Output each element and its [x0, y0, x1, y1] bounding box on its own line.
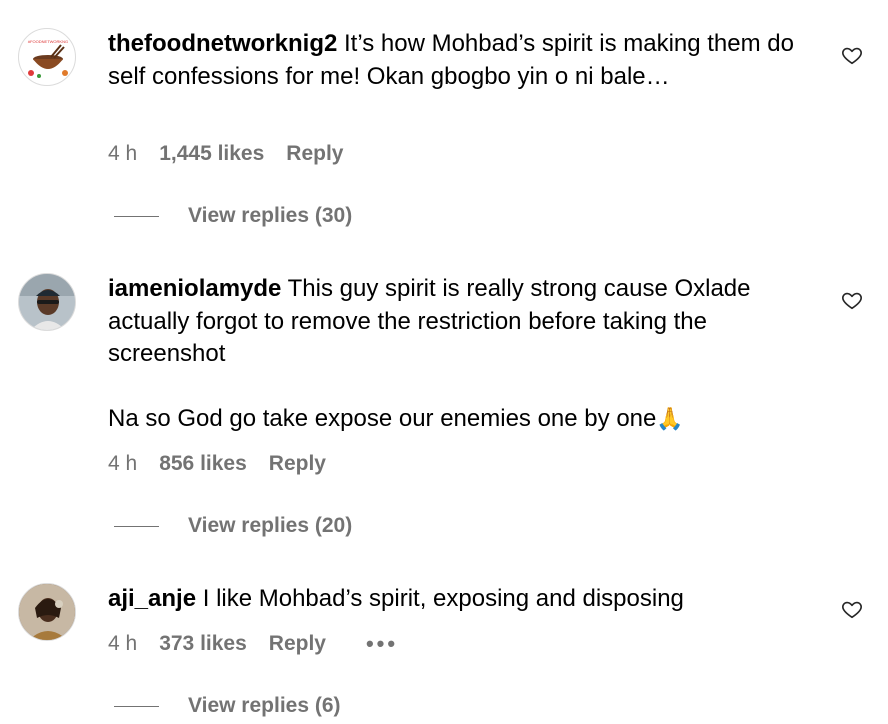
comment-text: thefoodnetworknig2 It’s how Mohbad’s spi…	[108, 28, 808, 93]
comment-meta: 4 h 856 likes Reply	[108, 452, 366, 476]
view-replies-label: View replies (6)	[188, 694, 341, 717]
likes-count[interactable]: 373 likes	[159, 632, 247, 656]
reply-button[interactable]: Reply	[269, 452, 326, 476]
avatar[interactable]: #FOODNETWORKNG	[18, 28, 76, 86]
man-with-cap-icon	[19, 274, 75, 330]
more-options-icon[interactable]: •••	[366, 633, 398, 655]
reply-button[interactable]: Reply	[269, 632, 326, 656]
view-replies-button[interactable]: View replies (20)	[114, 514, 352, 538]
username[interactable]: iameniolamyde	[108, 275, 281, 302]
divider-line	[114, 215, 159, 217]
heart-icon[interactable]	[841, 289, 863, 311]
comment-text: iameniolamyde This guy spirit is really …	[108, 273, 808, 436]
comment-text: aji_anje I like Mohbad’s spirit, exposin…	[108, 583, 808, 616]
comment-meta: 4 h 373 likes Reply •••	[108, 632, 398, 656]
timestamp: 4 h	[108, 142, 138, 165]
avatar[interactable]	[18, 273, 76, 331]
timestamp: 4 h	[108, 452, 138, 475]
pray-emoji: 🙏	[656, 406, 684, 431]
username[interactable]: aji_anje	[108, 585, 196, 612]
bowl-logo-icon: #FOODNETWORKNG	[28, 39, 68, 78]
divider-line	[114, 705, 159, 707]
username[interactable]: thefoodnetworknig2	[108, 30, 337, 57]
woman-photo-icon	[19, 584, 75, 640]
view-replies-label: View replies (30)	[188, 204, 353, 227]
comment-meta: 4 h 1,445 likes Reply	[108, 142, 383, 166]
likes-count[interactable]: 1,445 likes	[159, 142, 264, 166]
svg-text:#FOODNETWORKNG: #FOODNETWORKNG	[28, 39, 68, 44]
heart-icon[interactable]	[841, 44, 863, 66]
reply-button[interactable]: Reply	[286, 142, 343, 166]
timestamp: 4 h	[108, 632, 138, 655]
view-replies-button[interactable]: View replies (30)	[114, 204, 352, 228]
comment-body: I like Mohbad’s spirit, exposing and dis…	[196, 585, 684, 612]
divider-line	[114, 525, 159, 527]
heart-icon[interactable]	[841, 598, 863, 620]
view-replies-button[interactable]: View replies (6)	[114, 694, 341, 718]
view-replies-label: View replies (20)	[188, 514, 353, 537]
avatar[interactable]	[18, 583, 76, 641]
likes-count[interactable]: 856 likes	[159, 452, 247, 476]
